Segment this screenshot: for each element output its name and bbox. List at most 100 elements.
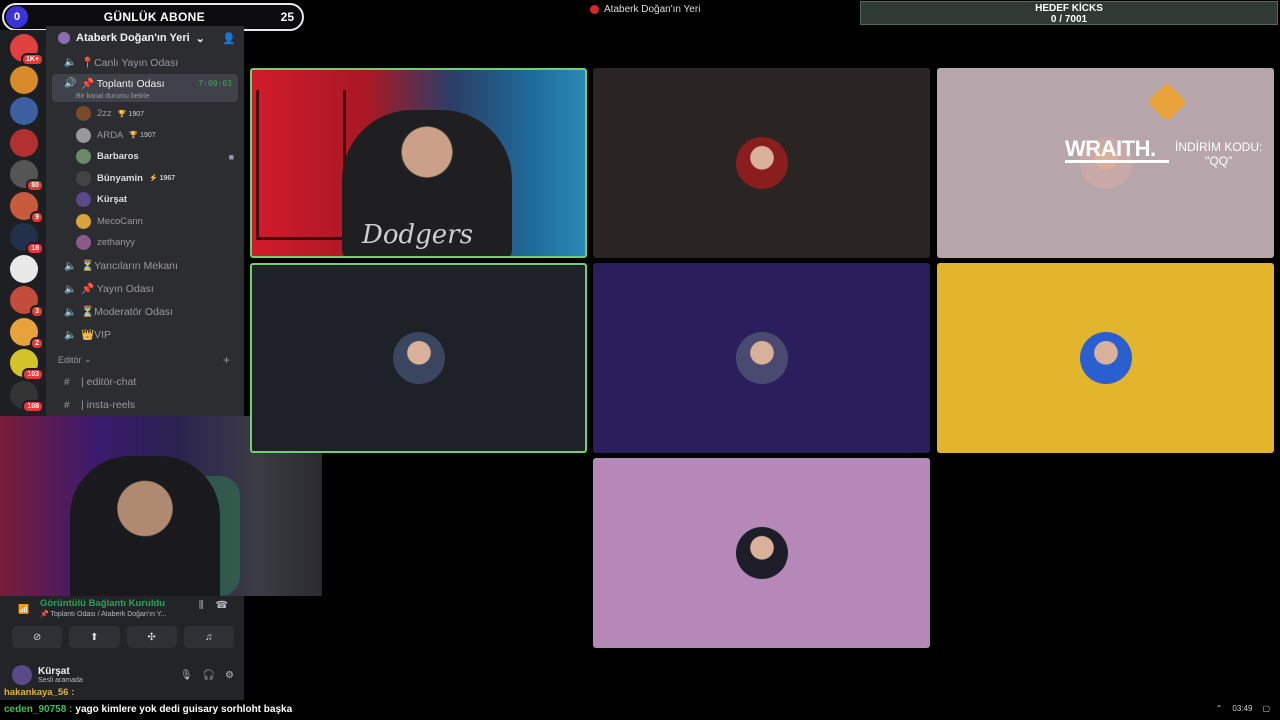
soundboard-button[interactable]: ♫ <box>183 626 234 648</box>
server-icon[interactable] <box>10 128 38 157</box>
shelf <box>256 90 346 240</box>
add-member-icon[interactable]: 👤 <box>222 32 236 45</box>
voice-channel-active[interactable]: 🔊 📌 Toplantı Odası 7:00:03 Bir kanal dur… <box>52 74 238 102</box>
server-icon <box>58 32 70 44</box>
voice-member[interactable]: ARDA 🏆 1907 <box>46 125 244 147</box>
channel-name: | editör-chat <box>81 375 137 388</box>
chevron-down-icon: ⌄ <box>195 32 205 45</box>
video-tile[interactable]: WRAITH. İNDİRİM KODU: "QQ" <box>937 68 1274 258</box>
category-editor[interactable]: Editör ⌄ + <box>46 350 244 370</box>
avatar <box>76 149 91 165</box>
discount-label: İNDİRİM KODU: <box>1175 140 1263 154</box>
discount-value: "QQ" <box>1205 154 1233 168</box>
microphone-icon[interactable]: 🎙 <box>180 670 193 681</box>
fox-logo-icon <box>1147 82 1187 122</box>
unread-badge: 9 <box>30 210 44 224</box>
clock: 03:49 <box>1232 704 1253 713</box>
camera-toggle-button[interactable]: ⊘ <box>12 626 63 648</box>
chevron-up-icon[interactable]: ⌃ <box>1216 704 1223 713</box>
avatar <box>1079 332 1132 384</box>
window-title-text: Ataberk Doğan'ın Yeri <box>604 4 701 15</box>
notification-icon[interactable]: ▢ <box>1262 704 1270 713</box>
server-icon[interactable]: 18 <box>10 223 44 255</box>
server-icon[interactable]: 9 <box>10 191 44 224</box>
voice-channel[interactable]: 🔈 📌 Yayın Odası <box>52 278 238 300</box>
member-name: MecoCann <box>97 215 143 227</box>
avatar <box>10 128 38 157</box>
user-name: Kürşat <box>38 666 70 677</box>
voice-location[interactable]: 📌 Toplantı Odası / Ataberk Doğan'ın Y... <box>40 610 166 618</box>
video-tile[interactable] <box>593 458 930 648</box>
server-icon[interactable] <box>10 65 38 94</box>
unread-badge: 18 <box>26 242 44 255</box>
channel-name: 👑VIP <box>81 329 111 341</box>
text-channel[interactable]: # | editör-chat <box>52 371 238 393</box>
avatar <box>76 127 91 143</box>
brand-underline <box>1065 160 1169 163</box>
video-tile[interactable] <box>937 263 1274 453</box>
disconnect-icon[interactable]: ☎ <box>216 600 228 611</box>
chevron-down-icon: ⌄ <box>81 354 92 364</box>
voice-member[interactable]: MecoCann <box>46 211 244 233</box>
add-channel-icon[interactable]: + <box>223 353 230 367</box>
subscriber-start-count: 0 <box>6 6 28 28</box>
unread-badge: 80 <box>26 179 44 192</box>
daily-subscriber-count: 25 <box>280 10 294 24</box>
avatar <box>76 192 91 208</box>
speaker-icon: 🔈 <box>64 57 77 68</box>
video-tile[interactable] <box>593 68 930 258</box>
channel-status[interactable]: Bir kanal durumu belirle <box>64 93 238 100</box>
video-tile[interactable] <box>593 263 930 453</box>
screen-share-button[interactable]: ⬆ <box>69 626 120 648</box>
channel-name: ⏳Moderatör Odası <box>81 306 173 318</box>
avatar[interactable] <box>12 665 32 685</box>
kick-goal-value: 0 / 7001 <box>1050 14 1088 25</box>
avatar <box>76 235 91 251</box>
avatar <box>10 254 38 283</box>
server-icon[interactable]: 103 <box>10 349 44 381</box>
member-tag: ⚡ 1967 <box>148 175 176 183</box>
gear-icon[interactable]: ⚙ <box>225 670 234 681</box>
channel-sidebar: Ataberk Doğan'ın Yeri ⌄ 👤 🔈 📍Canlı Yayın … <box>46 26 244 416</box>
voice-member[interactable]: Bünyamin ⚡ 1967 <box>46 168 244 190</box>
voice-channel[interactable]: 🔈 👑VIP <box>52 324 238 346</box>
video-tile[interactable] <box>250 263 587 453</box>
activities-button[interactable]: ✣ <box>126 626 177 648</box>
speaker-icon: 🔈 <box>64 260 77 272</box>
member-name: Bünyamin <box>97 172 143 184</box>
channel-name: | insta-reels <box>81 398 136 411</box>
server-icon[interactable]: 1K+ <box>10 34 44 66</box>
speaker-icon: 🔈 <box>64 306 77 318</box>
noise-suppression-icon[interactable]: ⫼ <box>199 600 204 611</box>
voice-member[interactable]: 2zz 🏆 1907 <box>46 103 244 125</box>
server-icon[interactable]: 2 <box>10 317 44 350</box>
server-icon[interactable] <box>10 97 38 125</box>
signal-icon[interactable]: 📶 <box>18 604 29 615</box>
system-tray: ⌃ 03:49 ▢ <box>1216 704 1270 713</box>
headphones-icon[interactable]: 🎧 <box>203 670 215 681</box>
text-channel[interactable]: # | insta-reels <box>52 394 238 416</box>
video-tile-webcam[interactable]: Dodgers <box>250 68 587 258</box>
voice-channel[interactable]: 🔈 ⏳Moderatör Odası <box>52 301 238 323</box>
server-header[interactable]: Ataberk Doğan'ın Yeri ⌄ 👤 <box>46 26 244 50</box>
voice-status: Görüntülü Bağlantı Kuruldu <box>40 598 166 609</box>
chat-user: hakankaya_56 : <box>4 687 75 698</box>
avatar <box>735 332 788 384</box>
server-icon[interactable]: 80 <box>10 160 44 192</box>
voice-channel[interactable]: 🔈 ⏳Yancıların Mekanı <box>52 255 238 277</box>
member-tag: 🏆 1907 <box>129 132 156 140</box>
voice-channel[interactable]: 🔈 📍Canlı Yayın Odası <box>52 51 238 73</box>
server-icon[interactable] <box>10 254 38 283</box>
voice-member[interactable]: Barbaros ■ <box>46 146 244 168</box>
server-icon[interactable]: 3 <box>10 286 44 318</box>
voice-member[interactable]: zethanyy <box>46 232 244 254</box>
server-name: Ataberk Doğan'ın Yeri <box>76 32 190 44</box>
member-tag: 🏆 1907 <box>117 110 145 118</box>
voice-member[interactable]: Kürşat <box>46 189 244 211</box>
server-icon[interactable]: 108 <box>10 380 44 413</box>
server-rail: 1K+ 80 9 18 3 2 103 108 <box>0 30 46 416</box>
avatar <box>392 332 445 384</box>
member-name: Barbaros <box>97 151 139 163</box>
avatar <box>10 97 38 125</box>
unread-badge: 3 <box>30 305 44 318</box>
